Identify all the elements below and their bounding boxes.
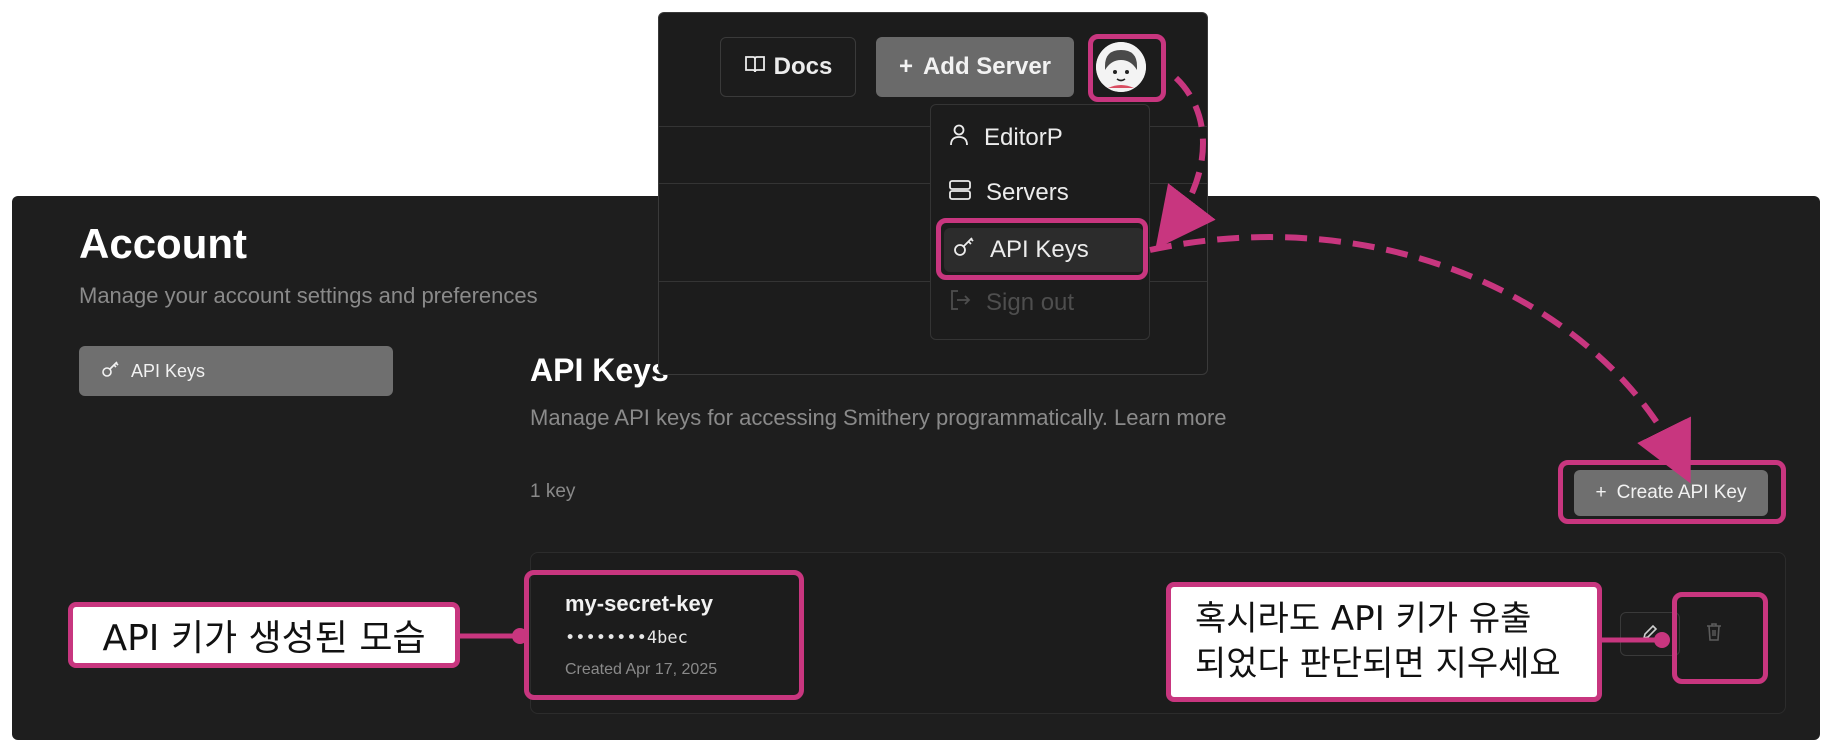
server-icon xyxy=(948,178,972,209)
sign-out-icon xyxy=(948,288,972,319)
user-icon xyxy=(948,123,970,154)
section-title: API Keys xyxy=(530,352,669,388)
book-icon xyxy=(744,53,766,81)
annotation-line-1: 혹시라도 API 키가 유출 xyxy=(1195,599,1532,639)
menu-item-editorp[interactable]: EditorP xyxy=(948,118,1063,158)
pencil-icon xyxy=(1640,622,1660,647)
page-subtitle: Manage your account settings and prefere… xyxy=(79,283,538,308)
key-icon xyxy=(101,359,121,384)
annotation-callout-left: API 키가 생성된 모습 xyxy=(68,602,460,668)
highlight-key-card xyxy=(524,570,804,700)
page-title: Account xyxy=(79,220,247,267)
menu-item-label: Servers xyxy=(986,179,1069,206)
menu-item-sign-out[interactable]: Sign out xyxy=(948,283,1074,323)
menu-item-label: EditorP xyxy=(984,124,1063,151)
menu-item-label: Sign out xyxy=(986,289,1075,316)
docs-label: Docs xyxy=(773,53,833,80)
edit-key-button[interactable] xyxy=(1620,612,1680,656)
add-server-label: Add Server xyxy=(922,53,1052,80)
annotation-callout-right: 혹시라도 API 키가 유출 되었다 판단되면 지우세요 xyxy=(1166,582,1602,702)
highlight-delete-button xyxy=(1672,592,1768,684)
highlight-create-button xyxy=(1558,460,1786,524)
add-server-button[interactable]: + Add Server xyxy=(876,37,1074,97)
highlight-avatar xyxy=(1088,34,1166,102)
plus-icon: + xyxy=(898,53,913,80)
section-subtitle: Manage API keys for accessing Smithery p… xyxy=(530,405,1227,430)
highlight-api-keys-menu xyxy=(936,218,1148,280)
key-count: 1 key xyxy=(530,481,576,502)
menu-item-servers[interactable]: Servers xyxy=(948,173,1069,213)
annotation-line-2: 되었다 판단되면 지우세요 xyxy=(1195,644,1561,684)
sidebar-item-label: API Keys xyxy=(131,360,206,381)
sidebar-item-api-keys[interactable]: API Keys xyxy=(79,346,393,396)
docs-button[interactable]: Docs xyxy=(720,37,856,97)
